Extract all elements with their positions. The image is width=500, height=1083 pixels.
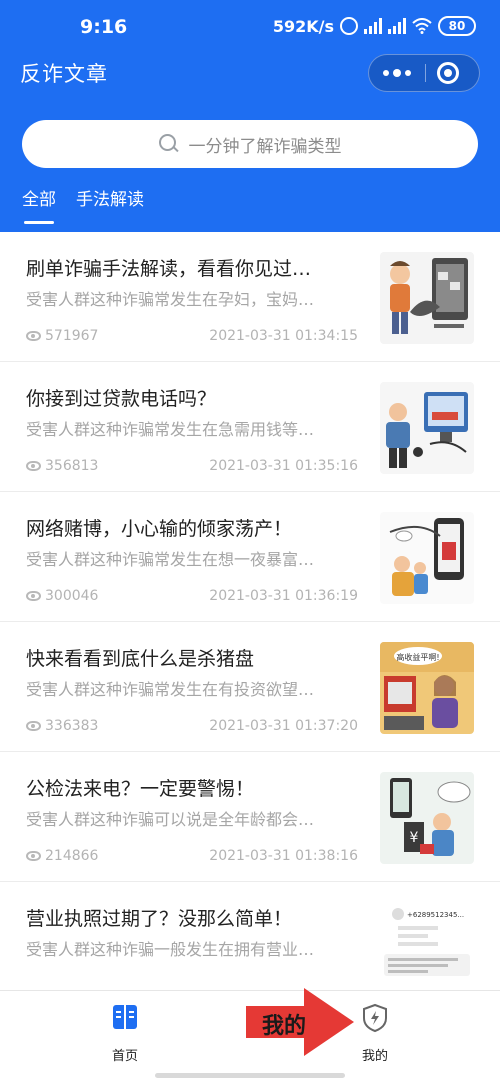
nav-home[interactable]: 首页: [65, 991, 185, 1083]
article-title: 公检法来电？一定要警惕！: [26, 778, 255, 800]
article-thumbnail: [380, 252, 474, 344]
alarm-icon: [340, 17, 358, 35]
article-title: 营业执照过期了？没那么简单！: [26, 908, 293, 930]
search-placeholder: 一分钟了解诈骗类型: [188, 136, 342, 157]
article-desc: 受害人群这种诈骗常发生在孕妇，宝妈…: [26, 290, 315, 309]
signal-icon-2: [388, 18, 406, 34]
article-meta: 336383 2021-03-31 01:37:20: [26, 718, 358, 734]
article-desc: 受害人群这种诈骗常发生在想一夜暴富…: [26, 550, 315, 569]
article-meta: 300046 2021-03-31 01:36:19: [26, 588, 358, 604]
signal-icon: [364, 18, 382, 34]
article-title: 刷单诈骗手法解读，看看你见过…: [26, 258, 312, 280]
article-thumbnail: 高收益平啊!: [380, 642, 474, 734]
eye-icon: [26, 331, 41, 341]
network-speed: 592K/s: [272, 16, 334, 36]
more-icon[interactable]: [369, 55, 425, 91]
home-indicator: [155, 1073, 345, 1078]
list-item[interactable]: 网络赌博，小心输的倾家荡产！ 受害人群这种诈骗常发生在想一夜暴富… 300046…: [0, 492, 500, 622]
article-list: 刷单诈骗手法解读，看看你见过… 受害人群这种诈骗常发生在孕妇，宝妈… 57196…: [0, 232, 500, 990]
svg-text:¥: ¥: [410, 830, 419, 846]
article-title: 你接到过贷款电话吗？: [26, 388, 217, 410]
battery-icon: 80: [438, 16, 476, 36]
list-item[interactable]: 公检法来电？一定要警惕！ 受害人群这种诈骗可以说是全年龄都会… 214866 2…: [0, 752, 500, 882]
article-desc: 受害人群这种诈骗常发生在急需用钱等…: [26, 420, 315, 439]
category-tabs: 全部 手法解读: [22, 186, 144, 232]
article-thumbnail: [380, 382, 474, 474]
wifi-icon: [412, 18, 432, 34]
status-bar: 9:16 592K/s 80: [0, 0, 500, 56]
eye-icon: [26, 721, 41, 731]
eye-icon: [26, 591, 41, 601]
article-desc: 受害人群这种诈骗一般发生在拥有营业…: [26, 940, 315, 959]
article-title: 快来看看到底什么是杀猪盘: [26, 648, 255, 670]
page-title: 反诈文章: [20, 62, 108, 86]
close-circle-icon[interactable]: [437, 62, 459, 84]
eye-icon: [26, 851, 41, 861]
article-desc: 受害人群这种诈骗可以说是全年龄都会…: [26, 810, 315, 829]
view-count: 214866: [26, 848, 98, 864]
capsule-divider: [425, 64, 426, 82]
list-item[interactable]: 你接到过贷款电话吗？ 受害人群这种诈骗常发生在急需用钱等… 356813 202…: [0, 362, 500, 492]
article-date: 2021-03-31 01:35:16: [209, 458, 358, 474]
article-date: 2021-03-31 01:34:15: [209, 328, 358, 344]
status-time: 9:16: [80, 16, 128, 38]
view-count: 336383: [26, 718, 98, 734]
article-meta: 214866 2021-03-31 01:38:16: [26, 848, 358, 864]
article-thumbnail: +6289512345...: [380, 902, 474, 990]
article-date: 2021-03-31 01:37:20: [209, 718, 358, 734]
annotation-label: 我的: [262, 1014, 307, 1039]
article-desc: 受害人群这种诈骗常发生在有投资欲望…: [26, 680, 315, 699]
book-icon: [113, 1005, 137, 1029]
shield-icon: [363, 1003, 387, 1033]
tab-all[interactable]: 全部: [22, 186, 56, 232]
view-count: 300046: [26, 588, 98, 604]
article-date: 2021-03-31 01:36:19: [209, 588, 358, 604]
eye-icon: [26, 461, 41, 471]
search-icon: [158, 134, 179, 154]
list-item[interactable]: 刷单诈骗手法解读，看看你见过… 受害人群这种诈骗常发生在孕妇，宝妈… 57196…: [0, 232, 500, 362]
article-date: 2021-03-31 01:38:16: [209, 848, 358, 864]
view-count: 571967: [26, 328, 98, 344]
article-thumbnail: [380, 512, 474, 604]
list-item[interactable]: 营业执照过期了？没那么简单！ 受害人群这种诈骗一般发生在拥有营业… +62895…: [0, 882, 500, 990]
article-title: 网络赌博，小心输的倾家荡产！: [26, 518, 293, 540]
thumbnail-text: +6289512345...: [407, 911, 464, 919]
article-meta: 356813 2021-03-31 01:35:16: [26, 458, 358, 474]
article-meta: 571967 2021-03-31 01:34:15: [26, 328, 358, 344]
miniprogram-capsule: [368, 54, 480, 92]
status-icons: 592K/s 80: [273, 16, 476, 36]
list-item[interactable]: 快来看看到底什么是杀猪盘 受害人群这种诈骗常发生在有投资欲望… 336383 2…: [0, 622, 500, 752]
thumbnail-text: 高收益平啊!: [396, 652, 439, 662]
tab-method-analysis[interactable]: 手法解读: [76, 186, 144, 232]
search-input[interactable]: 一分钟了解诈骗类型: [22, 120, 478, 168]
view-count: 356813: [26, 458, 98, 474]
article-thumbnail: ¥: [380, 772, 474, 864]
nav-home-label: 首页: [111, 1049, 138, 1064]
title-bar: 反诈文章: [0, 52, 500, 94]
